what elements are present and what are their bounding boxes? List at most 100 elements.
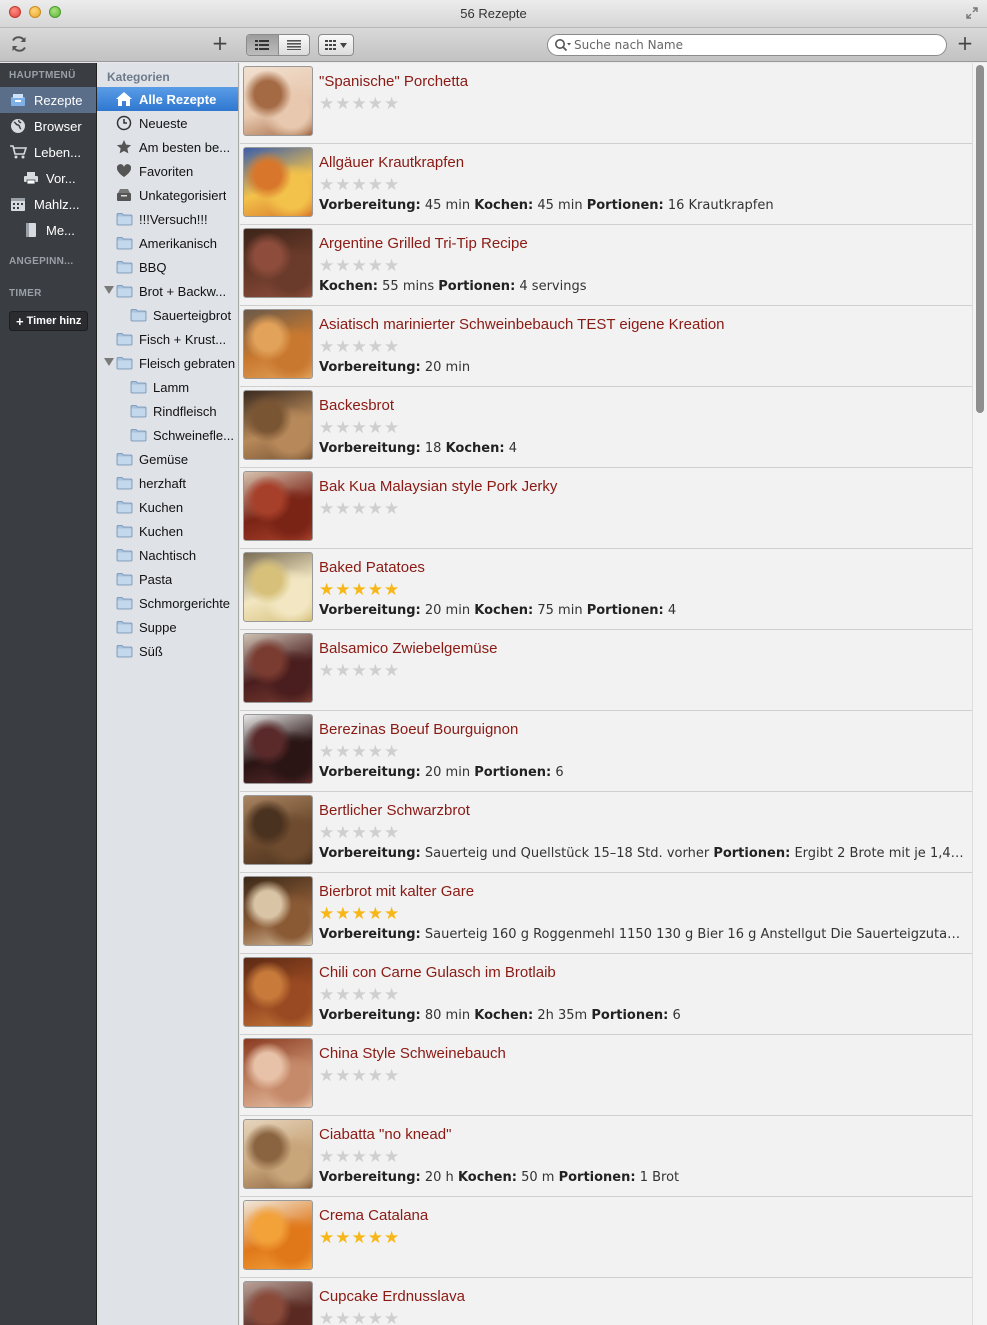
recipe-row[interactable]: Bak Kua Malaysian style Pork Jerky ★★★★★ — [240, 468, 972, 549]
star-icon[interactable]: ★ — [319, 985, 335, 1005]
star-icon[interactable]: ★ — [335, 337, 351, 357]
star-rating[interactable]: ★★★★★ — [319, 500, 400, 518]
star-rating[interactable]: ★★★★★ — [319, 905, 400, 923]
star-icon[interactable]: ★ — [335, 1066, 351, 1086]
star-icon[interactable]: ★ — [352, 904, 368, 924]
sync-icon[interactable] — [9, 34, 29, 54]
disclosure-triangle-icon[interactable] — [104, 286, 114, 294]
star-icon[interactable]: ★ — [319, 256, 335, 276]
recipe-title[interactable]: Balsamico Zwiebelgemüse — [319, 640, 497, 657]
star-icon[interactable]: ★ — [368, 499, 384, 519]
star-rating[interactable]: ★★★★★ — [319, 419, 400, 437]
star-icon[interactable]: ★ — [352, 1309, 368, 1325]
category-item[interactable]: Schmorgerichte — [97, 591, 238, 615]
star-icon[interactable]: ★ — [384, 1147, 400, 1167]
recipe-title[interactable]: Bertlicher Schwarzbrot — [319, 802, 470, 819]
recipe-title[interactable]: Cupcake Erdnusslava — [319, 1288, 465, 1305]
scrollbar-thumb[interactable] — [976, 65, 984, 413]
category-item[interactable]: Schweinefle... — [97, 423, 238, 447]
recipe-row[interactable]: Bertlicher Schwarzbrot ★★★★★ Vorbereitung:… — [240, 792, 972, 873]
star-icon[interactable]: ★ — [368, 94, 384, 114]
star-icon[interactable]: ★ — [368, 580, 384, 600]
category-item[interactable]: Nachtisch — [97, 543, 238, 567]
star-icon[interactable]: ★ — [335, 94, 351, 114]
star-icon[interactable]: ★ — [335, 256, 351, 276]
star-icon[interactable]: ★ — [352, 256, 368, 276]
category-item[interactable]: Suppe — [97, 615, 238, 639]
recipe-row[interactable]: Allgäuer Krautkrapfen ★★★★★ Vorbereitung: … — [240, 144, 972, 225]
search-input[interactable] — [574, 37, 934, 53]
recipe-title[interactable]: Crema Catalana — [319, 1207, 428, 1224]
fullscreen-icon[interactable] — [965, 6, 979, 20]
star-icon[interactable]: ★ — [335, 418, 351, 438]
category-item[interactable]: Rindfleisch — [97, 399, 238, 423]
star-icon[interactable]: ★ — [384, 823, 400, 843]
star-icon[interactable]: ★ — [368, 418, 384, 438]
star-icon[interactable]: ★ — [335, 823, 351, 843]
star-icon[interactable]: ★ — [335, 1147, 351, 1167]
star-icon[interactable]: ★ — [368, 337, 384, 357]
star-icon[interactable]: ★ — [384, 499, 400, 519]
star-icon[interactable]: ★ — [368, 823, 384, 843]
sidebar-item-menus[interactable]: Me... — [0, 217, 96, 243]
recipe-row[interactable]: Backesbrot ★★★★★ Vorbereitung: 18 Kochen: … — [240, 387, 972, 468]
category-item[interactable]: Fisch + Krust... — [97, 327, 238, 351]
recipe-title[interactable]: Chili con Carne Gulasch im Brotlaib — [319, 964, 556, 981]
star-icon[interactable]: ★ — [352, 661, 368, 681]
star-icon[interactable]: ★ — [368, 661, 384, 681]
recipe-row[interactable]: Chili con Carne Gulasch im Brotlaib ★★★★★… — [240, 954, 972, 1035]
recipe-row[interactable]: Cupcake Erdnusslava ★★★★★ — [240, 1278, 972, 1325]
star-rating[interactable]: ★★★★★ — [319, 662, 400, 680]
recipe-title[interactable]: Baked Patatoes — [319, 559, 425, 576]
star-icon[interactable]: ★ — [335, 499, 351, 519]
star-icon[interactable]: ★ — [319, 1309, 335, 1325]
recipe-list-scrollbar[interactable] — [972, 63, 987, 1325]
star-icon[interactable]: ★ — [384, 1066, 400, 1086]
sidebar-item-recipes[interactable]: Rezepte — [0, 87, 96, 113]
star-icon[interactable]: ★ — [319, 418, 335, 438]
star-icon[interactable]: ★ — [368, 742, 384, 762]
category-item[interactable]: Sauerteigbrot — [97, 303, 238, 327]
recipe-title[interactable]: Bierbrot mit kalter Gare — [319, 883, 474, 900]
recipe-row[interactable]: Bierbrot mit kalter Gare ★★★★★ Vorbereitun… — [240, 873, 972, 954]
star-icon[interactable]: ★ — [384, 1309, 400, 1325]
star-icon[interactable]: ★ — [335, 661, 351, 681]
star-icon[interactable]: ★ — [319, 742, 335, 762]
star-icon[interactable]: ★ — [335, 175, 351, 195]
sidebar-item-pantry[interactable]: Vor... — [0, 165, 96, 191]
star-icon[interactable]: ★ — [368, 1147, 384, 1167]
star-rating[interactable]: ★★★★★ — [319, 338, 400, 356]
category-item[interactable]: Neueste — [97, 111, 238, 135]
star-icon[interactable]: ★ — [384, 94, 400, 114]
star-icon[interactable]: ★ — [384, 742, 400, 762]
star-icon[interactable]: ★ — [384, 904, 400, 924]
recipe-title[interactable]: Argentine Grilled Tri-Tip Recipe — [319, 235, 528, 252]
sidebar-item-browser[interactable]: Browser — [0, 113, 96, 139]
recipe-title[interactable]: Asiatisch marinierter Schweinbebauch TES… — [319, 316, 725, 333]
star-icon[interactable]: ★ — [335, 742, 351, 762]
category-item[interactable]: Unkategorisiert — [97, 183, 238, 207]
category-item[interactable]: Kuchen — [97, 519, 238, 543]
recipe-row[interactable]: "Spanische" Porchetta ★★★★★ — [240, 63, 972, 144]
category-item[interactable]: Brot + Backw... — [97, 279, 238, 303]
star-rating[interactable]: ★★★★★ — [319, 581, 400, 599]
star-icon[interactable]: ★ — [352, 337, 368, 357]
star-icon[interactable]: ★ — [352, 580, 368, 600]
star-icon[interactable]: ★ — [352, 94, 368, 114]
category-item[interactable]: Kuchen — [97, 495, 238, 519]
star-icon[interactable]: ★ — [352, 823, 368, 843]
recipe-row[interactable]: China Style Schweinebauch ★★★★★ — [240, 1035, 972, 1116]
star-rating[interactable]: ★★★★★ — [319, 1148, 400, 1166]
star-icon[interactable]: ★ — [319, 661, 335, 681]
sidebar-item-meal-planner[interactable]: Mahlz... — [0, 191, 96, 217]
recipe-title[interactable]: China Style Schweinebauch — [319, 1045, 506, 1062]
star-icon[interactable]: ★ — [319, 337, 335, 357]
star-icon[interactable]: ★ — [368, 985, 384, 1005]
star-icon[interactable]: ★ — [352, 742, 368, 762]
star-icon[interactable]: ★ — [352, 418, 368, 438]
recipe-title[interactable]: Allgäuer Krautkrapfen — [319, 154, 464, 171]
star-icon[interactable]: ★ — [384, 418, 400, 438]
star-icon[interactable]: ★ — [319, 499, 335, 519]
star-icon[interactable]: ★ — [335, 904, 351, 924]
star-icon[interactable]: ★ — [384, 661, 400, 681]
